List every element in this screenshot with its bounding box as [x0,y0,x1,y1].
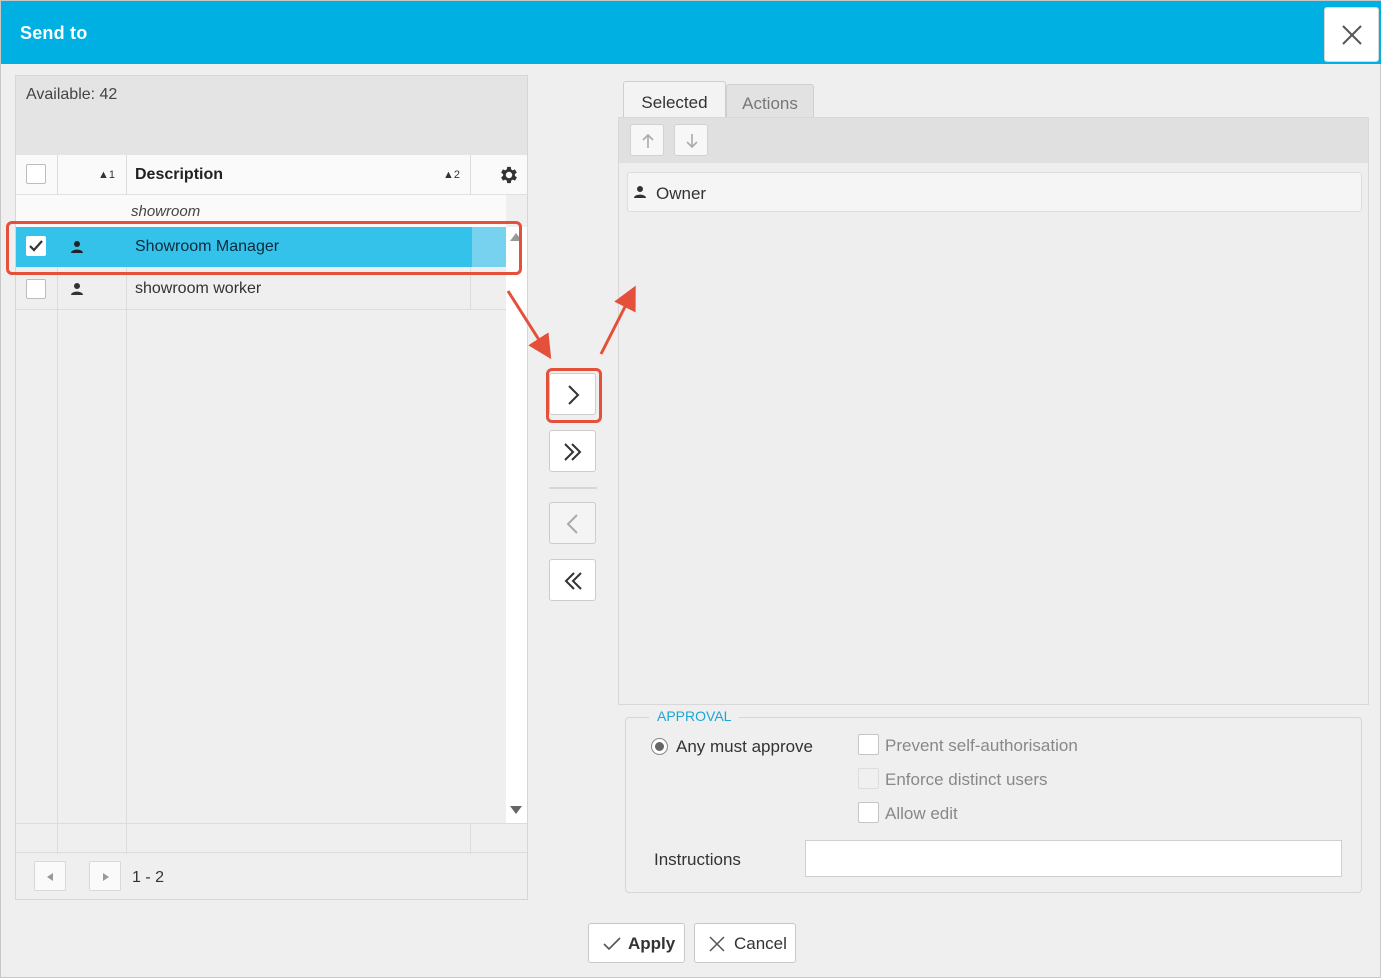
tab-actions[interactable]: Actions [726,84,814,117]
move-down-button[interactable] [674,124,708,156]
row-label: showroom worker [135,280,262,297]
person-icon [71,241,83,253]
gear-icon[interactable] [498,164,520,186]
prevent-self-authorisation-label: Prevent self-authorisation [885,736,1078,755]
person-icon [634,186,646,198]
chevron-right-icon [568,385,580,405]
close-icon [709,936,725,952]
dialog-title: Send to [20,23,88,43]
triangle-right-icon [103,873,109,881]
table-row[interactable]: Showroom Manager [16,227,506,267]
any-must-approve-radio[interactable] [651,738,668,755]
chevron-left-icon [566,514,578,534]
arrow-up-icon [642,133,654,148]
list-item-label: Owner [656,184,707,203]
double-chevron-right-icon [564,443,582,461]
tab-actions-label: Actions [742,94,798,113]
person-icon [71,283,83,295]
table-row[interactable]: showroom worker [16,269,506,309]
column-divider [470,155,471,195]
move-all-right-button[interactable] [549,430,596,472]
triangle-left-icon [47,873,53,881]
send-to-dialog: Send to Available: 42 ▲1 Description ▲2 … [0,0,1381,978]
tab-selected[interactable]: Selected [623,81,726,117]
row-checkbox[interactable] [26,236,46,256]
filter-row [16,195,506,227]
selected-panel: Owner [618,117,1369,705]
enforce-distinct-users-checkbox[interactable] [858,768,879,789]
instructions-input[interactable] [805,840,1342,877]
cancel-label: Cancel [734,934,787,953]
description-filter-input[interactable]: showroom [131,203,200,220]
next-page-button[interactable] [89,861,121,891]
sort-indicator-2[interactable]: ▲2 [443,169,460,181]
check-icon [603,937,621,951]
pager-range: 1 - 2 [132,869,165,886]
double-chevron-left-icon [564,572,582,590]
check-icon [29,240,43,252]
approval-legend: APPROVAL [649,708,740,724]
selected-toolbar [619,118,1368,163]
scroll-down-arrow-icon[interactable] [510,806,522,814]
dialog-titlebar: Send to [1,1,1381,64]
move-up-button[interactable] [630,124,664,156]
scroll-up-arrow-icon[interactable] [510,233,522,241]
available-panel: Available: 42 ▲1 Description ▲2 showroom [15,75,528,900]
column-divider [470,824,471,854]
move-selected-right-button[interactable] [549,373,596,415]
grid-footer-row [16,823,527,854]
move-all-left-button[interactable] [549,559,596,601]
vertical-scrollbar[interactable] [506,227,527,823]
close-icon [1342,25,1362,45]
allow-edit-checkbox[interactable] [858,802,879,823]
apply-button[interactable]: Apply [588,923,685,963]
selected-row-highlight [472,227,506,267]
any-must-approve-label: Any must approve [676,737,814,756]
close-button[interactable] [1324,7,1379,62]
enforce-distinct-users-label: Enforce distinct users [885,770,1048,789]
row-divider [16,309,506,310]
arrow-down-icon [686,134,698,149]
column-divider [57,824,58,854]
instructions-label: Instructions [654,850,741,869]
radio-dot-icon [655,742,664,751]
previous-page-button[interactable] [34,861,66,891]
available-header: Available: 42 [16,76,527,155]
prevent-self-authorisation-checkbox[interactable] [858,734,879,755]
row-label: Showroom Manager [135,238,280,255]
available-count: Available: 42 [26,86,118,103]
cancel-button[interactable]: Cancel [694,923,796,963]
move-selected-left-button[interactable] [549,502,596,544]
column-divider [126,824,127,854]
list-item[interactable]: Owner [627,172,1362,212]
transfer-divider [549,487,597,489]
row-checkbox[interactable] [26,279,46,299]
description-column-header[interactable]: Description [135,166,223,184]
sort-indicator-1[interactable]: ▲1 [98,169,115,181]
allow-edit-label: Allow edit [885,804,958,823]
tab-selected-label: Selected [641,93,708,112]
select-all-checkbox[interactable] [26,164,46,184]
apply-label: Apply [628,934,676,953]
